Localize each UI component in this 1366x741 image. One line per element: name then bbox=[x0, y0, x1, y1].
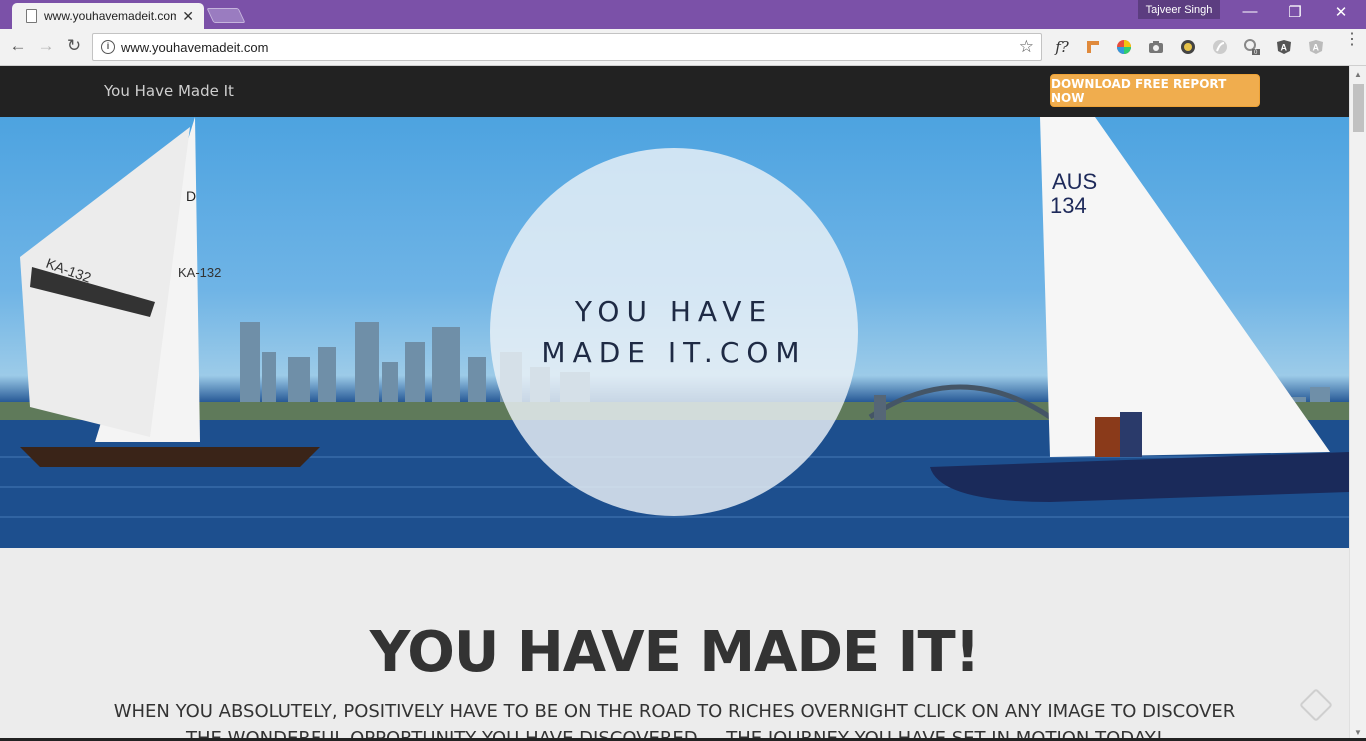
restore-button[interactable]: ❐ bbox=[1272, 3, 1318, 21]
minimize-button[interactable]: — bbox=[1227, 3, 1273, 20]
back-button[interactable]: ← bbox=[7, 36, 29, 56]
feather-icon[interactable] bbox=[1211, 38, 1229, 56]
address-bar[interactable]: i www.youhavemadeit.com ☆ bbox=[92, 33, 1042, 61]
color-wheel-icon[interactable] bbox=[1115, 38, 1133, 56]
page-viewport: You Have Made It DOWNLOAD FREE REPORT NO… bbox=[0, 66, 1349, 741]
site-navbar: You Have Made It DOWNLOAD FREE REPORT NO… bbox=[0, 66, 1349, 117]
hero-title-line-2: MADE IT.COM bbox=[541, 336, 807, 369]
hero-title-line-1: YOU HAVE bbox=[574, 295, 774, 328]
download-report-button[interactable]: DOWNLOAD FREE REPORT NOW bbox=[1050, 74, 1260, 107]
svg-text:134: 134 bbox=[1050, 193, 1087, 218]
angular-grey-icon[interactable]: A bbox=[1307, 38, 1325, 56]
page-icon bbox=[26, 9, 37, 23]
close-window-button[interactable]: ✕ bbox=[1318, 3, 1364, 21]
bookmark-star-icon[interactable]: ☆ bbox=[1019, 37, 1034, 57]
intro-section: YOU HAVE MADE IT! WHEN YOU ABSOLUTELY, P… bbox=[0, 548, 1349, 741]
svg-text:A: A bbox=[1313, 43, 1320, 53]
hero-banner[interactable]: KA-132 KA-132 D AUS 134 YOU HAVE MADE IT… bbox=[0, 117, 1349, 548]
svg-text:D: D bbox=[186, 188, 196, 204]
scroll-down-icon[interactable]: ▼ bbox=[1354, 728, 1362, 737]
intro-text: WHEN YOU ABSOLUTELY, POSITIVELY HAVE TO … bbox=[113, 701, 1236, 741]
hero-title: YOU HAVE MADE IT.COM bbox=[514, 291, 834, 373]
browser-tab[interactable]: www.youhavemadeit.com ✕ bbox=[12, 3, 204, 29]
hero-title-circle: YOU HAVE MADE IT.COM bbox=[490, 148, 858, 516]
page-headline: YOU HAVE MADE IT! bbox=[369, 620, 981, 685]
profile-button[interactable]: Tajveer Singh bbox=[1138, 0, 1220, 19]
new-tab-button[interactable] bbox=[206, 8, 246, 23]
gear-icon[interactable]: 0 bbox=[1243, 38, 1261, 56]
browser-menu-icon[interactable]: ⋮ bbox=[1344, 32, 1360, 48]
svg-text:AUS: AUS bbox=[1052, 169, 1097, 194]
page-scrollbar[interactable]: ▲ ▼ bbox=[1349, 66, 1366, 741]
camera-icon[interactable] bbox=[1147, 38, 1165, 56]
svg-text:KA-132: KA-132 bbox=[178, 265, 221, 280]
browser-titlebar: www.youhavemadeit.com ✕ Tajveer Singh — … bbox=[0, 0, 1366, 29]
tab-close-icon[interactable]: ✕ bbox=[182, 8, 194, 25]
svg-text:A: A bbox=[1281, 43, 1288, 53]
ruler-icon[interactable] bbox=[1084, 38, 1102, 56]
info-icon[interactable]: i bbox=[101, 40, 115, 54]
scrollbar-thumb[interactable] bbox=[1353, 84, 1364, 132]
angular-icon[interactable]: A bbox=[1275, 38, 1293, 56]
site-brand[interactable]: You Have Made It bbox=[104, 82, 234, 100]
browser-toolbar: ← → ↻ i www.youhavemadeit.com ☆ f? 0 A A… bbox=[0, 29, 1366, 66]
tab-title: www.youhavemadeit.com bbox=[44, 9, 176, 23]
url-text[interactable]: www.youhavemadeit.com bbox=[121, 40, 268, 55]
scroll-up-icon[interactable]: ▲ bbox=[1354, 70, 1362, 79]
fonts-extension-icon[interactable]: f? bbox=[1051, 38, 1073, 56]
reload-button[interactable]: ↻ bbox=[63, 36, 85, 56]
forward-button[interactable]: → bbox=[35, 36, 57, 56]
lightbulb-icon[interactable] bbox=[1179, 38, 1197, 56]
